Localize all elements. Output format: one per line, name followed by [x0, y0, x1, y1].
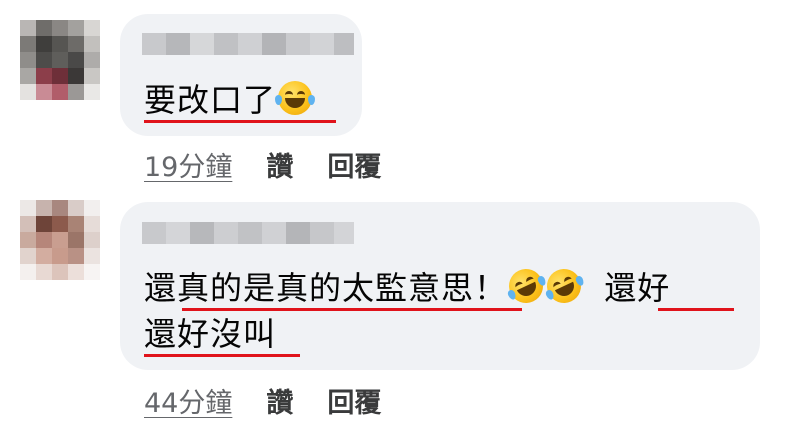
like-button[interactable]: 讚	[266, 152, 293, 183]
comment-meta: 44分鐘 讚 回覆	[144, 386, 381, 422]
text-underline	[144, 354, 300, 357]
avatar[interactable]	[20, 200, 100, 280]
text-underline	[182, 308, 522, 311]
reply-button[interactable]: 回覆	[327, 152, 381, 183]
comment-text-content: 還好沒叫	[144, 315, 277, 353]
comment-text-content: 還好	[604, 269, 671, 307]
comment-text: 要改口了	[144, 78, 316, 122]
timestamp-link[interactable]: 19分鐘	[144, 152, 232, 183]
comment-text-content: 要改口了	[144, 81, 277, 119]
comment-text-content: 還真的是真的太監意思！	[144, 269, 508, 307]
reply-button[interactable]: 回覆	[327, 388, 381, 419]
comment-meta: 19分鐘 讚 回覆	[144, 150, 381, 186]
comment-text-line-1: 還真的是真的太監意思！ 還好	[144, 263, 671, 310]
author-name[interactable]	[142, 33, 354, 55]
comment-text-line-2: 還好沒叫	[144, 312, 276, 356]
timestamp-link[interactable]: 44分鐘	[144, 388, 232, 419]
text-underline	[658, 308, 734, 311]
rolling-on-the-floor-laughing-icon	[541, 263, 587, 309]
rolling-on-the-floor-laughing-icon	[503, 263, 549, 309]
author-name[interactable]	[142, 222, 354, 244]
text-underline	[144, 120, 336, 123]
face-with-tears-of-joy-icon	[275, 81, 316, 115]
avatar[interactable]	[20, 20, 100, 100]
like-button[interactable]: 讚	[266, 388, 293, 419]
